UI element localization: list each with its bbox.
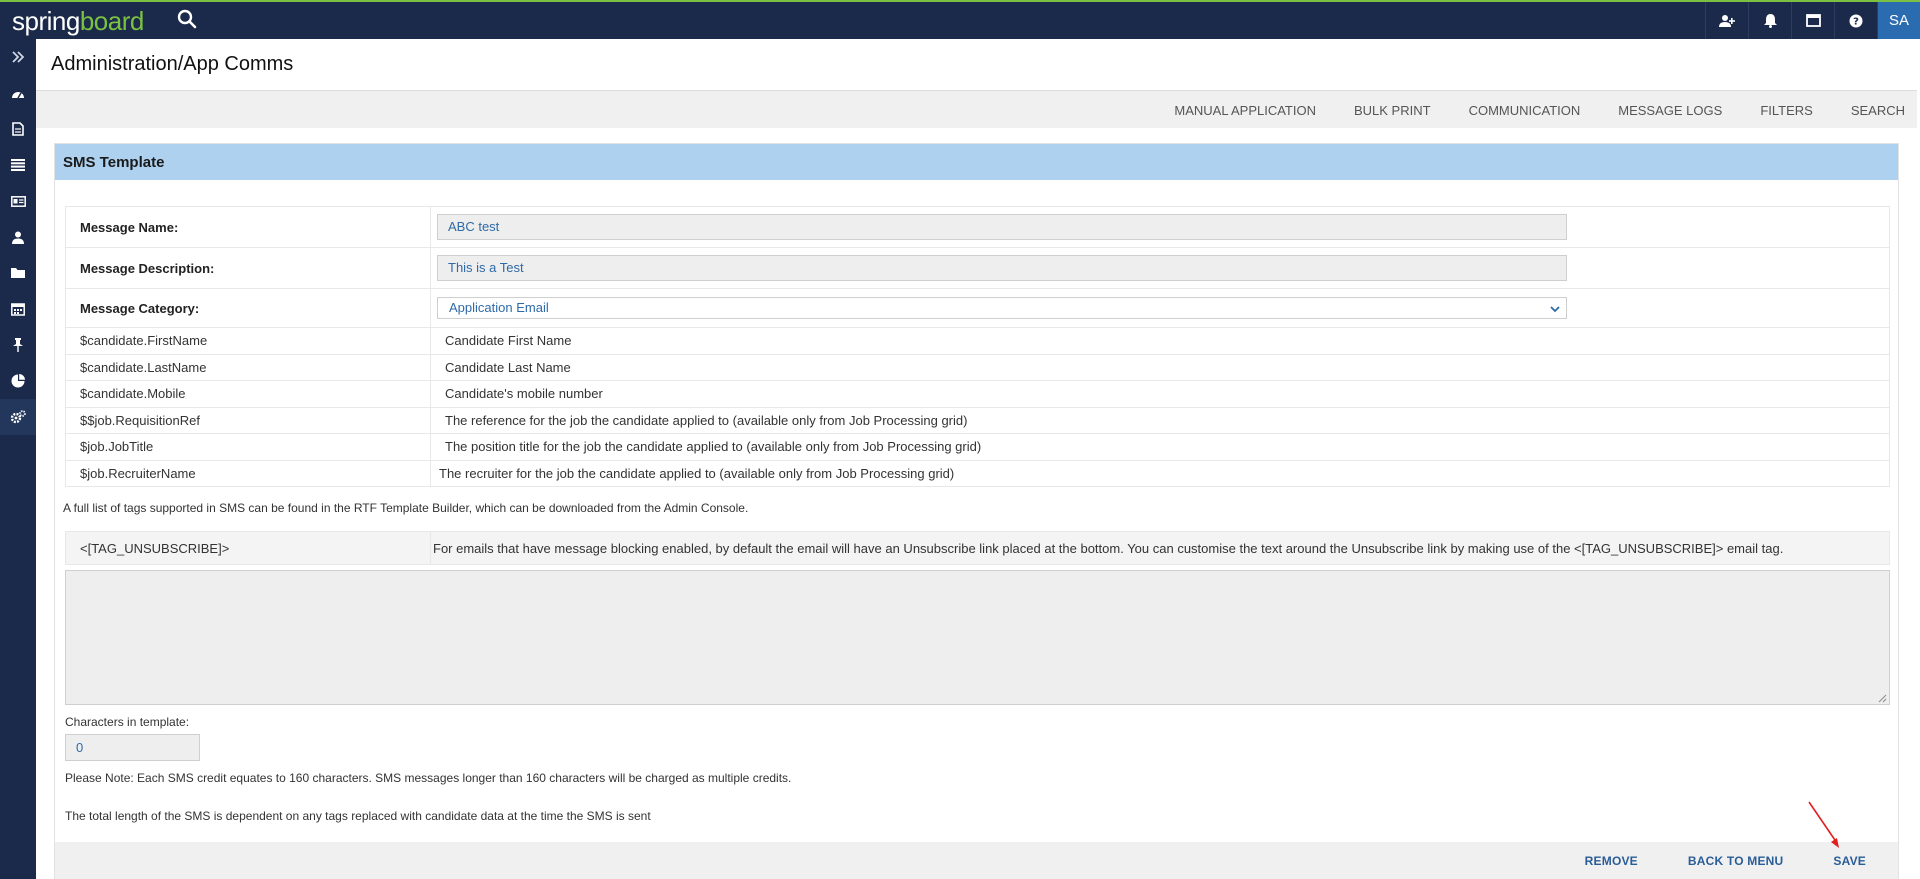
- folder-icon[interactable]: [0, 255, 36, 291]
- resize-handle-icon[interactable]: [1877, 692, 1887, 703]
- table-row: $candidate.LastName Candidate Last Name: [65, 353, 1890, 381]
- tag-description: Candidate's mobile number: [430, 380, 1890, 408]
- table-row: $job.JobTitle The position title for the…: [65, 433, 1890, 461]
- nav-bulk-print[interactable]: BULK PRINT: [1354, 103, 1431, 118]
- add-user-icon[interactable]: [1705, 2, 1748, 39]
- document-icon[interactable]: [0, 111, 36, 147]
- nav-filters[interactable]: FILTERS: [1760, 103, 1813, 118]
- unsubscribe-tag: <[TAG_UNSUBSCRIBE]>: [65, 531, 431, 565]
- main-content: Administration/App Comms MANUAL APPLICAT…: [36, 39, 1917, 879]
- table-row: $candidate.Mobile Candidate's mobile num…: [65, 380, 1890, 408]
- top-bar: springboard ? SA: [0, 0, 1920, 39]
- sms-template-panel: SMS Template Message Name: ABC test Mess…: [54, 143, 1899, 879]
- sub-navigation: MANUAL APPLICATION BULK PRINT COMMUNICAT…: [36, 90, 1917, 128]
- chevron-down-icon: [1550, 301, 1560, 321]
- nav-message-logs[interactable]: MESSAGE LOGS: [1618, 103, 1722, 118]
- nav-search[interactable]: SEARCH: [1851, 103, 1905, 118]
- calendar-icon[interactable]: [0, 291, 36, 327]
- tag-name: $candidate.FirstName: [65, 327, 431, 355]
- expand-icon[interactable]: [0, 39, 36, 75]
- remove-button[interactable]: REMOVE: [1585, 854, 1638, 868]
- user-avatar[interactable]: SA: [1877, 2, 1920, 39]
- window-icon[interactable]: [1791, 2, 1834, 39]
- list-icon[interactable]: [0, 147, 36, 183]
- bell-icon[interactable]: [1748, 2, 1791, 39]
- full-list-note: A full list of tags supported in SMS can…: [63, 501, 749, 515]
- characters-count-field: 0: [65, 734, 200, 761]
- save-button[interactable]: SAVE: [1833, 854, 1866, 868]
- tag-name: $candidate.LastName: [65, 353, 431, 381]
- sms-body-textarea[interactable]: [65, 570, 1890, 705]
- unsubscribe-table: <[TAG_UNSUBSCRIBE]> For emails that have…: [65, 531, 1890, 565]
- tag-description: Candidate Last Name: [430, 353, 1890, 381]
- annotation-arrow-icon: [1808, 801, 1839, 848]
- help-icon[interactable]: ?: [1834, 2, 1877, 39]
- nav-communication[interactable]: COMMUNICATION: [1469, 103, 1581, 118]
- tag-description: The position title for the job the candi…: [430, 433, 1890, 461]
- sidebar: [0, 39, 36, 879]
- tag-name: $$job.RequisitionRef: [65, 406, 431, 434]
- back-to-menu-button[interactable]: BACK TO MENU: [1688, 854, 1784, 868]
- springboard-logo[interactable]: springboard: [12, 6, 144, 37]
- message-category-value: Application Email: [449, 300, 549, 315]
- characters-label: Characters in template:: [65, 715, 190, 729]
- message-name-label: Message Name:: [65, 206, 431, 248]
- tag-name: $candidate.Mobile: [65, 380, 431, 408]
- message-name-input[interactable]: ABC test: [437, 214, 1567, 240]
- panel-title: SMS Template: [55, 144, 1898, 180]
- message-category-select[interactable]: Application Email: [437, 297, 1567, 319]
- pin-icon[interactable]: [0, 327, 36, 363]
- template-fields-table: Message Name: ABC test Message Descripti…: [65, 206, 1890, 487]
- table-row: $$job.RequisitionRef The reference for t…: [65, 406, 1890, 434]
- user-icon[interactable]: [0, 219, 36, 255]
- message-category-label: Message Category:: [65, 288, 431, 328]
- unsubscribe-description: For emails that have message blocking en…: [430, 531, 1890, 565]
- dashboard-icon[interactable]: [0, 75, 36, 111]
- tag-description: The reference for the job the candidate …: [430, 406, 1890, 434]
- tag-name: $job.JobTitle: [65, 433, 431, 461]
- message-description-label: Message Description:: [65, 247, 431, 289]
- tag-description: Candidate First Name: [430, 327, 1890, 355]
- tag-name: $job.RecruiterName: [65, 459, 431, 487]
- id-card-icon[interactable]: [0, 183, 36, 219]
- table-row: $job.RecruiterName The recruiter for the…: [65, 459, 1890, 487]
- gears-icon[interactable]: [0, 399, 36, 435]
- credit-note: Please Note: Each SMS credit equates to …: [65, 771, 792, 785]
- tag-description: The recruiter for the job the candidate …: [430, 459, 1890, 487]
- panel-footer: REMOVE BACK TO MENU SAVE: [55, 842, 1898, 879]
- message-description-input[interactable]: This is a Test: [437, 255, 1567, 281]
- search-icon[interactable]: [176, 8, 200, 32]
- svg-text:?: ?: [1853, 16, 1859, 27]
- pie-chart-icon[interactable]: [0, 363, 36, 399]
- nav-manual-application[interactable]: MANUAL APPLICATION: [1174, 103, 1316, 118]
- table-row: $candidate.FirstName Candidate First Nam…: [65, 327, 1890, 355]
- page-title: Administration/App Comms: [51, 53, 294, 75]
- length-note: The total length of the SMS is dependent…: [65, 809, 651, 823]
